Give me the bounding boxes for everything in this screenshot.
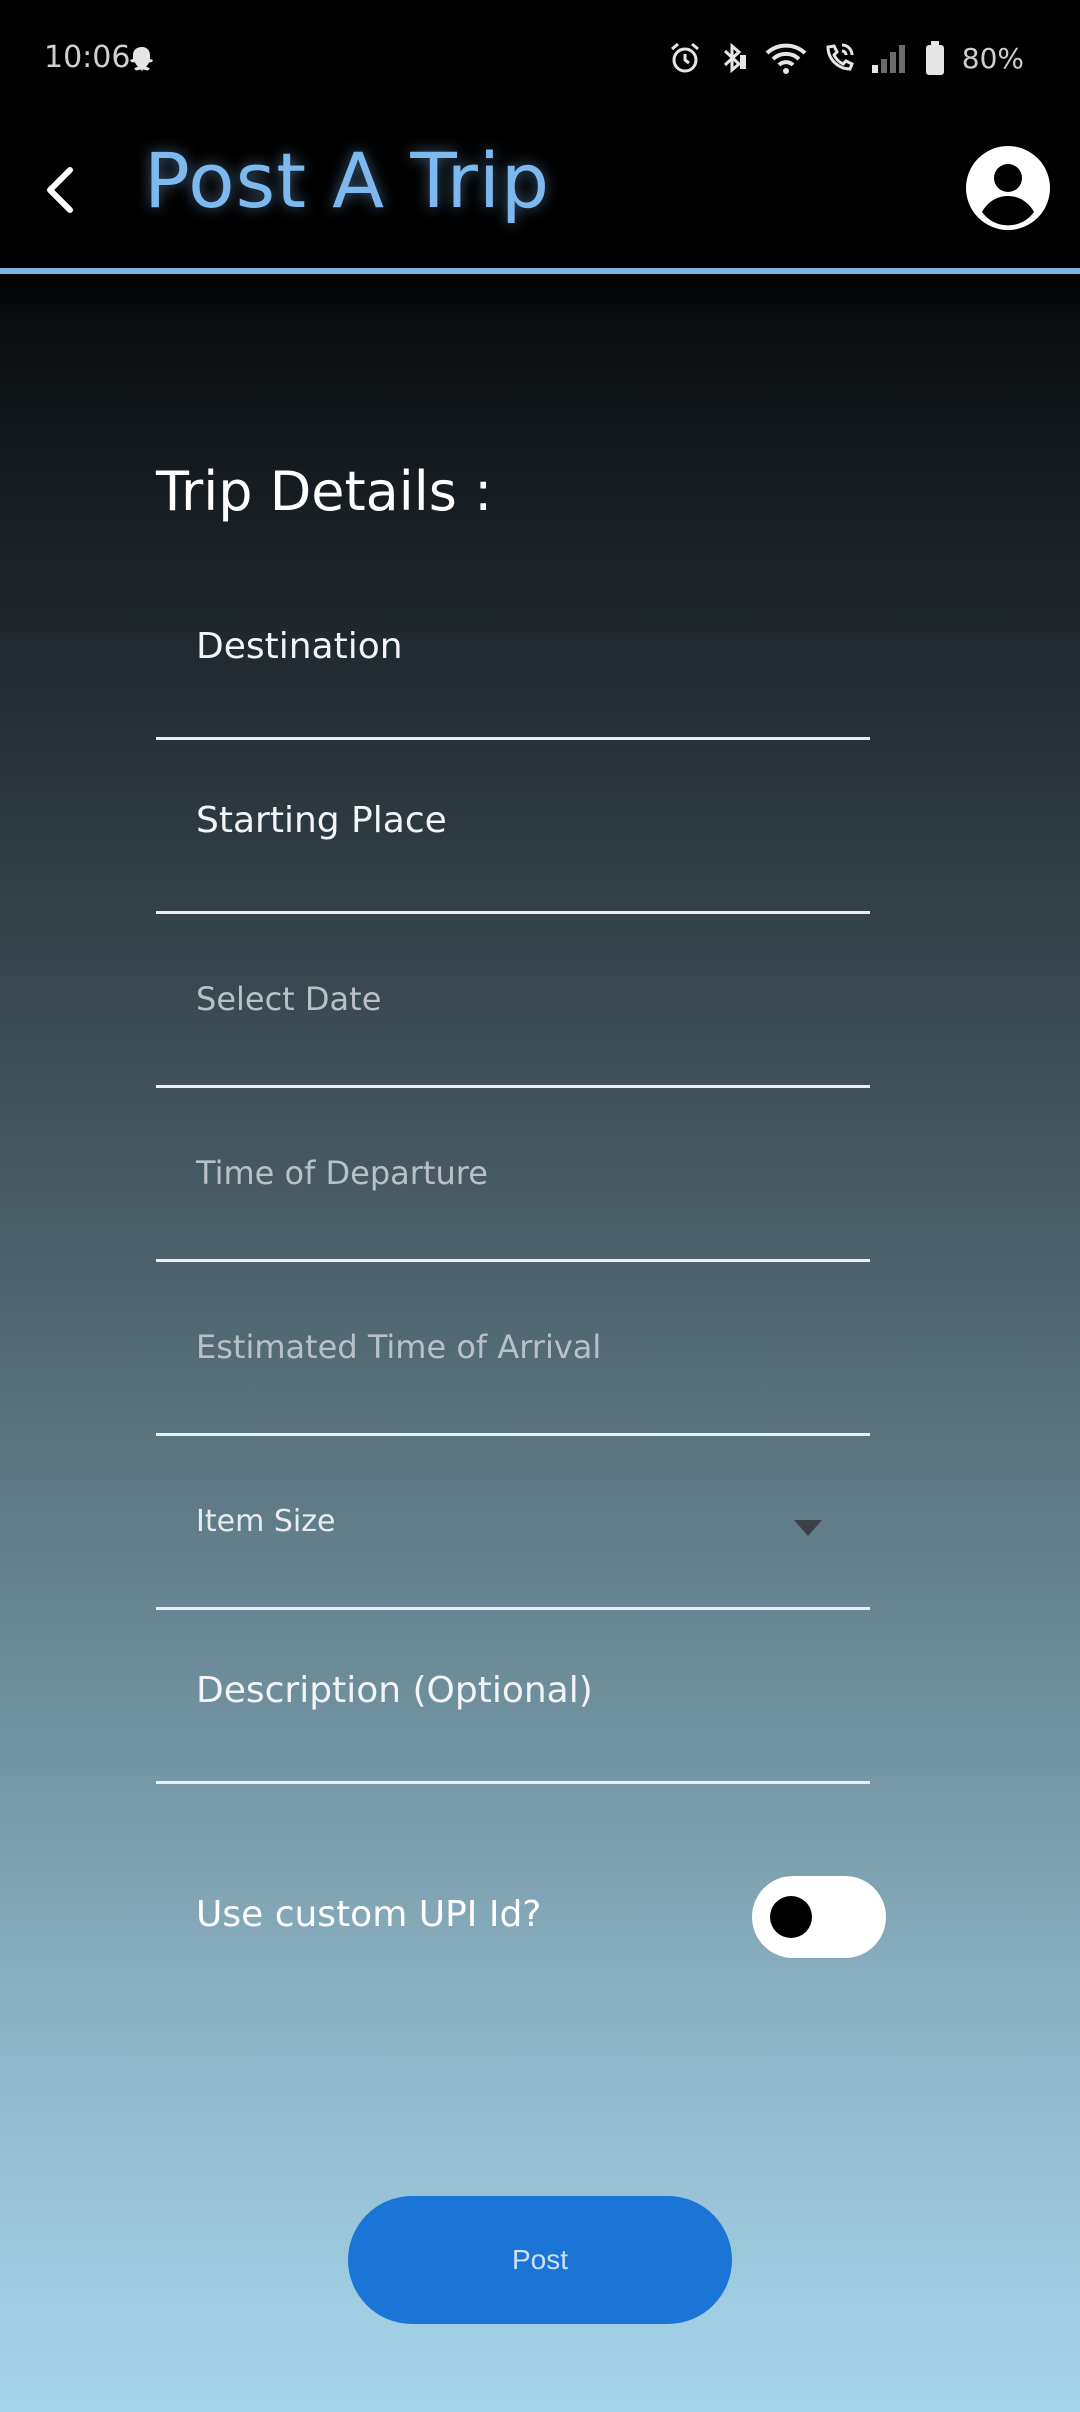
destination-field[interactable]: Destination (156, 566, 870, 740)
custom-upi-row: Use custom UPI Id? (156, 1870, 886, 1966)
battery-percentage: 80% (961, 41, 1024, 75)
description-field[interactable]: Description (Optional) (156, 1610, 870, 1784)
item-size-label: Item Size (196, 1504, 336, 1539)
select-date-label: Select Date (196, 980, 382, 1018)
wifi-icon (765, 43, 807, 74)
item-size-dropdown[interactable]: Item Size (156, 1436, 870, 1610)
account-circle-icon (966, 146, 1050, 230)
snapchat-icon (130, 47, 153, 72)
section-heading: Trip Details : (156, 460, 493, 523)
signal-icon (871, 45, 905, 73)
starting-place-field[interactable]: Starting Place (156, 740, 870, 914)
estimated-arrival-label: Estimated Time of Arrival (196, 1328, 602, 1366)
starting-place-label: Starting Place (196, 800, 447, 841)
time-of-departure-field[interactable]: Time of Departure (156, 1088, 870, 1262)
bluetooth-icon (723, 42, 746, 74)
custom-upi-toggle[interactable] (752, 1876, 886, 1958)
wifi-calling-icon (826, 43, 854, 71)
status-bar: 10:06 80% (0, 0, 1080, 120)
destination-label: Destination (196, 626, 403, 667)
select-date-field[interactable]: Select Date (156, 914, 870, 1088)
estimated-arrival-field[interactable]: Estimated Time of Arrival (156, 1262, 870, 1436)
description-label: Description (Optional) (196, 1670, 593, 1711)
alarm-icon (670, 42, 699, 73)
app-bar-divider (0, 268, 1080, 274)
status-icons: 80% (668, 38, 1024, 78)
status-time: 10:06 (44, 40, 131, 75)
back-button[interactable] (30, 150, 90, 230)
time-of-departure-label: Time of Departure (196, 1154, 488, 1192)
page-title: Post A Trip (144, 136, 551, 225)
chevron-left-icon (47, 167, 73, 213)
custom-upi-label: Use custom UPI Id? (196, 1894, 542, 1935)
post-button[interactable]: Post (348, 2196, 732, 2324)
battery-icon (925, 41, 944, 75)
profile-button[interactable] (964, 144, 1052, 232)
dropdown-arrow-icon (794, 1520, 822, 1536)
toggle-knob (770, 1896, 812, 1938)
